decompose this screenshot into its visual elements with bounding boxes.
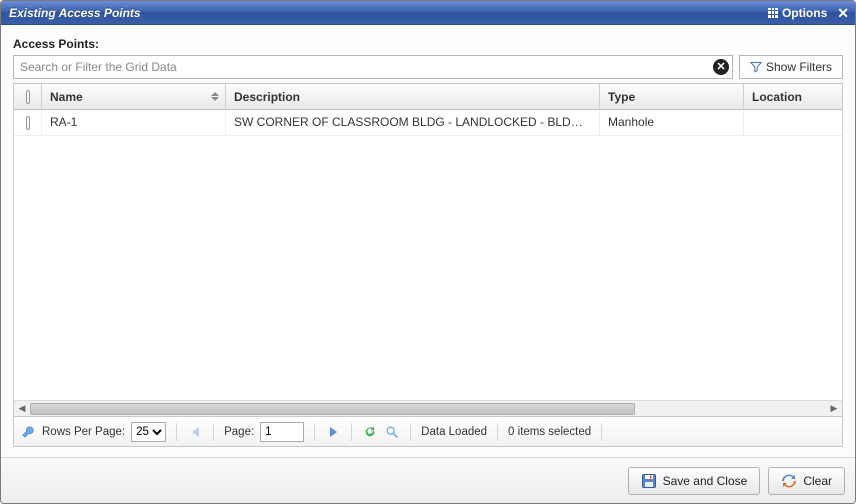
dialog: Existing Access Points Options ✕ Access … — [0, 0, 856, 504]
column-location-label: Location — [752, 90, 802, 104]
separator — [601, 423, 602, 441]
row-checkbox[interactable] — [26, 116, 30, 130]
row-location — [744, 110, 842, 135]
refresh-button[interactable] — [362, 424, 378, 440]
show-filters-label: Show Filters — [766, 60, 832, 74]
table-row[interactable]: RA-1 SW CORNER OF CLASSROOM BLDG - LANDL… — [14, 110, 842, 136]
separator — [351, 423, 352, 441]
cycle-icon — [781, 473, 797, 489]
zoom-button[interactable] — [384, 424, 400, 440]
search-wrap: ✕ — [13, 55, 733, 79]
scroll-right-icon[interactable]: ▶ — [826, 402, 842, 416]
settings-icon[interactable] — [20, 424, 36, 440]
select-all-checkbox[interactable] — [26, 90, 30, 104]
clear-search-icon[interactable]: ✕ — [713, 59, 729, 75]
save-icon — [641, 473, 657, 489]
options-label: Options — [782, 6, 827, 20]
separator — [176, 423, 177, 441]
column-location[interactable]: Location — [744, 84, 842, 109]
pager: Rows Per Page: 25 Page: — [13, 417, 843, 447]
dialog-body: Access Points: ✕ Show Filters Name — [1, 25, 855, 457]
selection-text: 0 items selected — [508, 426, 591, 438]
clear-button[interactable]: Clear — [768, 467, 845, 495]
next-page-button[interactable] — [325, 424, 341, 440]
prev-page-button[interactable] — [187, 424, 203, 440]
page-label: Page: — [224, 426, 254, 438]
funnel-icon — [750, 61, 762, 73]
row-description: SW CORNER OF CLASSROOM BLDG - LANDLOCKED… — [226, 110, 600, 135]
sort-icon — [211, 92, 219, 101]
save-and-close-button[interactable]: Save and Close — [628, 467, 761, 495]
row-checkbox-cell — [14, 110, 42, 135]
column-name-label: Name — [50, 90, 83, 104]
column-type-label: Type — [608, 90, 635, 104]
column-select-all[interactable] — [14, 84, 42, 109]
row-name: RA-1 — [42, 110, 226, 135]
search-input[interactable] — [13, 55, 733, 79]
footer: Save and Close Clear — [1, 457, 855, 503]
rows-per-page-select[interactable]: 25 — [131, 422, 166, 442]
page-input[interactable] — [260, 422, 304, 442]
row-type: Manhole — [600, 110, 744, 135]
options-button[interactable]: Options — [768, 6, 827, 20]
close-icon[interactable]: ✕ — [837, 6, 849, 20]
separator — [213, 423, 214, 441]
separator — [497, 423, 498, 441]
scroll-thumb[interactable] — [30, 403, 635, 415]
status-text: Data Loaded — [421, 426, 487, 438]
dialog-title: Existing Access Points — [9, 6, 768, 20]
chevron-right-icon — [330, 427, 337, 437]
scroll-left-icon[interactable]: ◀ — [14, 402, 30, 416]
titlebar: Existing Access Points Options ✕ — [1, 1, 855, 25]
column-description-label: Description — [234, 90, 300, 104]
horizontal-scrollbar[interactable]: ◀ ▶ — [14, 400, 842, 416]
filter-row: ✕ Show Filters — [13, 55, 843, 79]
grid-body: RA-1 SW CORNER OF CLASSROOM BLDG - LANDL… — [14, 110, 842, 400]
separator — [410, 423, 411, 441]
column-type[interactable]: Type — [600, 84, 744, 109]
clear-label: Clear — [803, 474, 832, 488]
column-name[interactable]: Name — [42, 84, 226, 109]
section-label: Access Points: — [13, 37, 843, 51]
grid-header: Name Description Type Location — [14, 84, 842, 110]
show-filters-button[interactable]: Show Filters — [739, 55, 843, 79]
chevron-left-icon — [192, 427, 199, 437]
column-description[interactable]: Description — [226, 84, 600, 109]
titlebar-right: Options ✕ — [768, 6, 849, 20]
grid: Name Description Type Location — [13, 83, 843, 417]
scroll-track[interactable] — [30, 402, 826, 416]
separator — [314, 423, 315, 441]
save-and-close-label: Save and Close — [663, 474, 748, 488]
rows-per-page-label: Rows Per Page: — [42, 426, 125, 438]
grid-icon — [768, 8, 778, 18]
